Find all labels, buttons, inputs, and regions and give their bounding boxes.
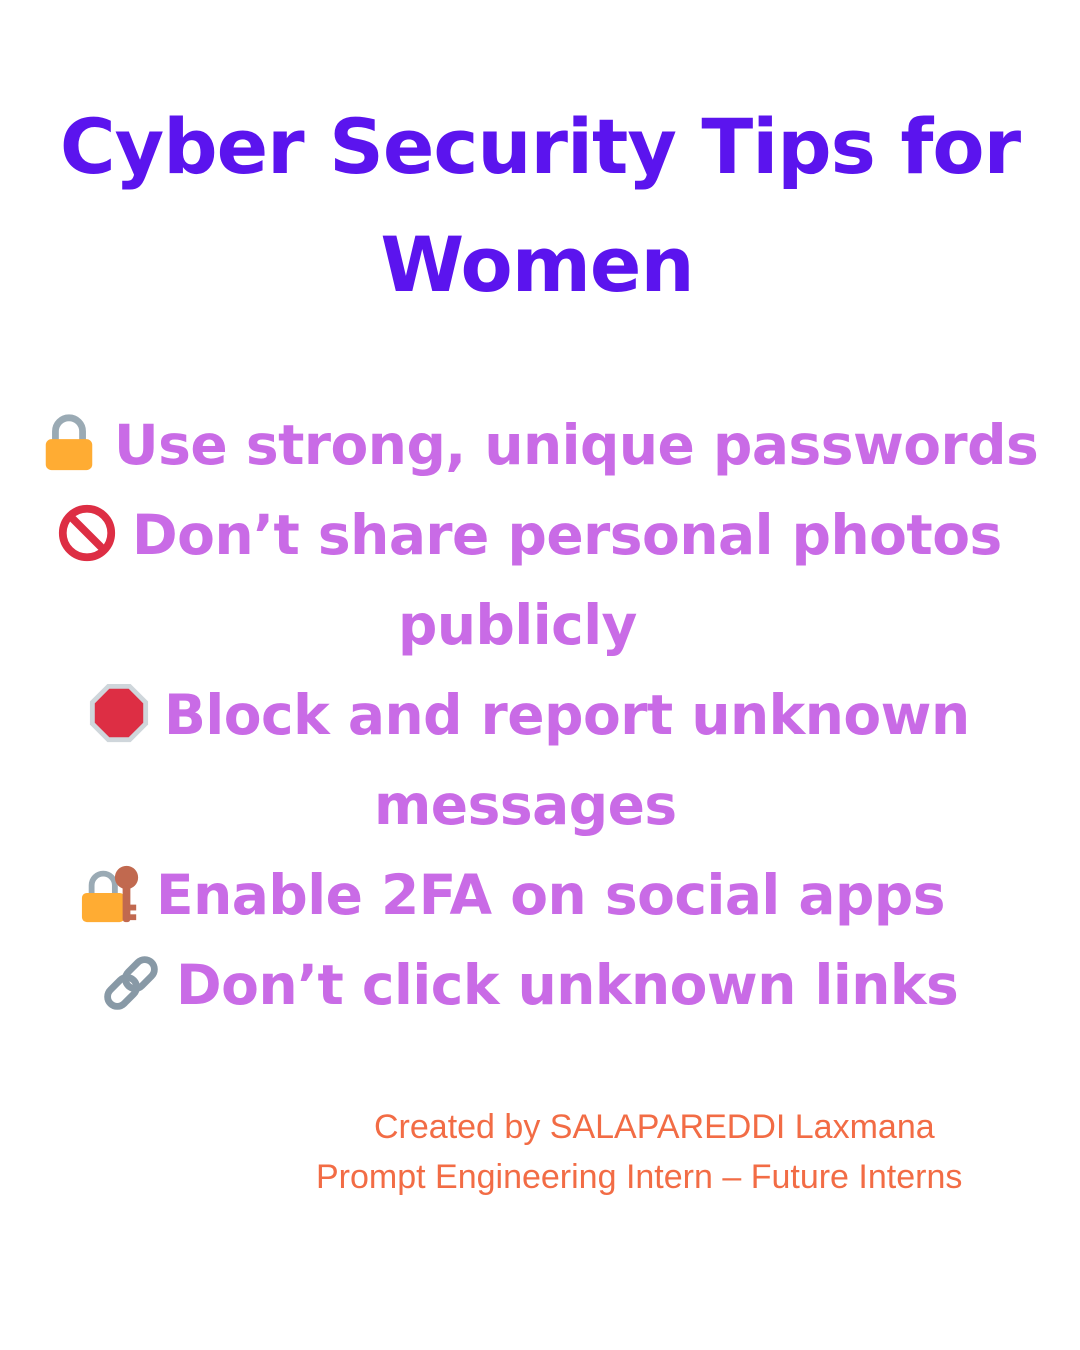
title-line-2: Women — [380, 220, 694, 309]
credit-author: Created by SALAPAREDDI Laxmana — [374, 1108, 935, 1146]
tip-text: Use strong, unique passwords — [114, 413, 1039, 477]
link-icon — [100, 952, 162, 1014]
poster-title: Cyber Security Tips for Women — [0, 88, 1080, 324]
prohibited-icon — [56, 502, 118, 564]
stop-sign-icon — [88, 682, 150, 744]
tip-text: Block and report unknown — [164, 683, 970, 747]
tip-text: Enable 2FA on social apps — [156, 863, 946, 927]
lock-icon — [38, 412, 100, 474]
tip-text: Don’t click unknown links — [176, 953, 959, 1017]
tip-text-continued: messages — [374, 773, 677, 837]
lock-with-key-icon — [80, 862, 142, 924]
tip-text: Don’t share personal photos — [132, 503, 1002, 567]
tip-text-continued: publicly — [398, 593, 637, 657]
title-line-1: Cyber Security Tips for — [59, 102, 1021, 191]
poster: Cyber Security Tips for Women Use strong… — [0, 0, 1080, 1350]
credit-role: Prompt Engineering Intern – Future Inter… — [316, 1158, 963, 1196]
